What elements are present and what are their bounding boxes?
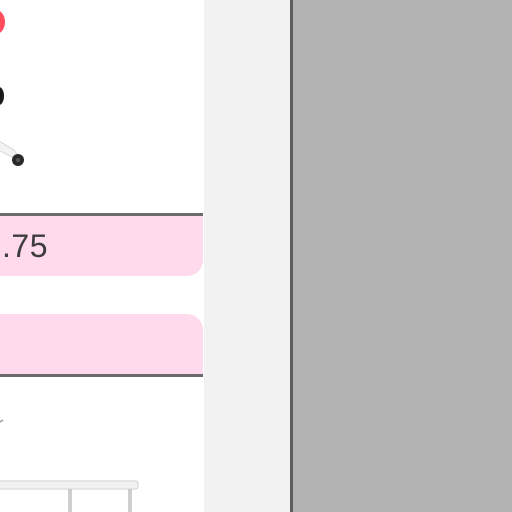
desk-leg [68,489,72,512]
page: .75 [0,0,512,512]
desk-top [0,480,139,490]
next-product-image[interactable] [0,380,204,512]
add-to-cart-button[interactable] [0,314,203,374]
overlay-panel [293,0,512,512]
chair-seat-accent [0,11,5,33]
desk-icon [0,419,139,512]
chair-armrest [0,87,4,105]
desk-leg [128,489,132,512]
page-gutter [204,0,290,512]
product-list-column: .75 [0,0,204,512]
office-chair-icon [0,11,24,166]
product-image[interactable] [0,0,204,214]
price-band: .75 [0,216,203,276]
product-price: .75 [2,228,48,264]
card-bottom-rule [0,374,203,377]
